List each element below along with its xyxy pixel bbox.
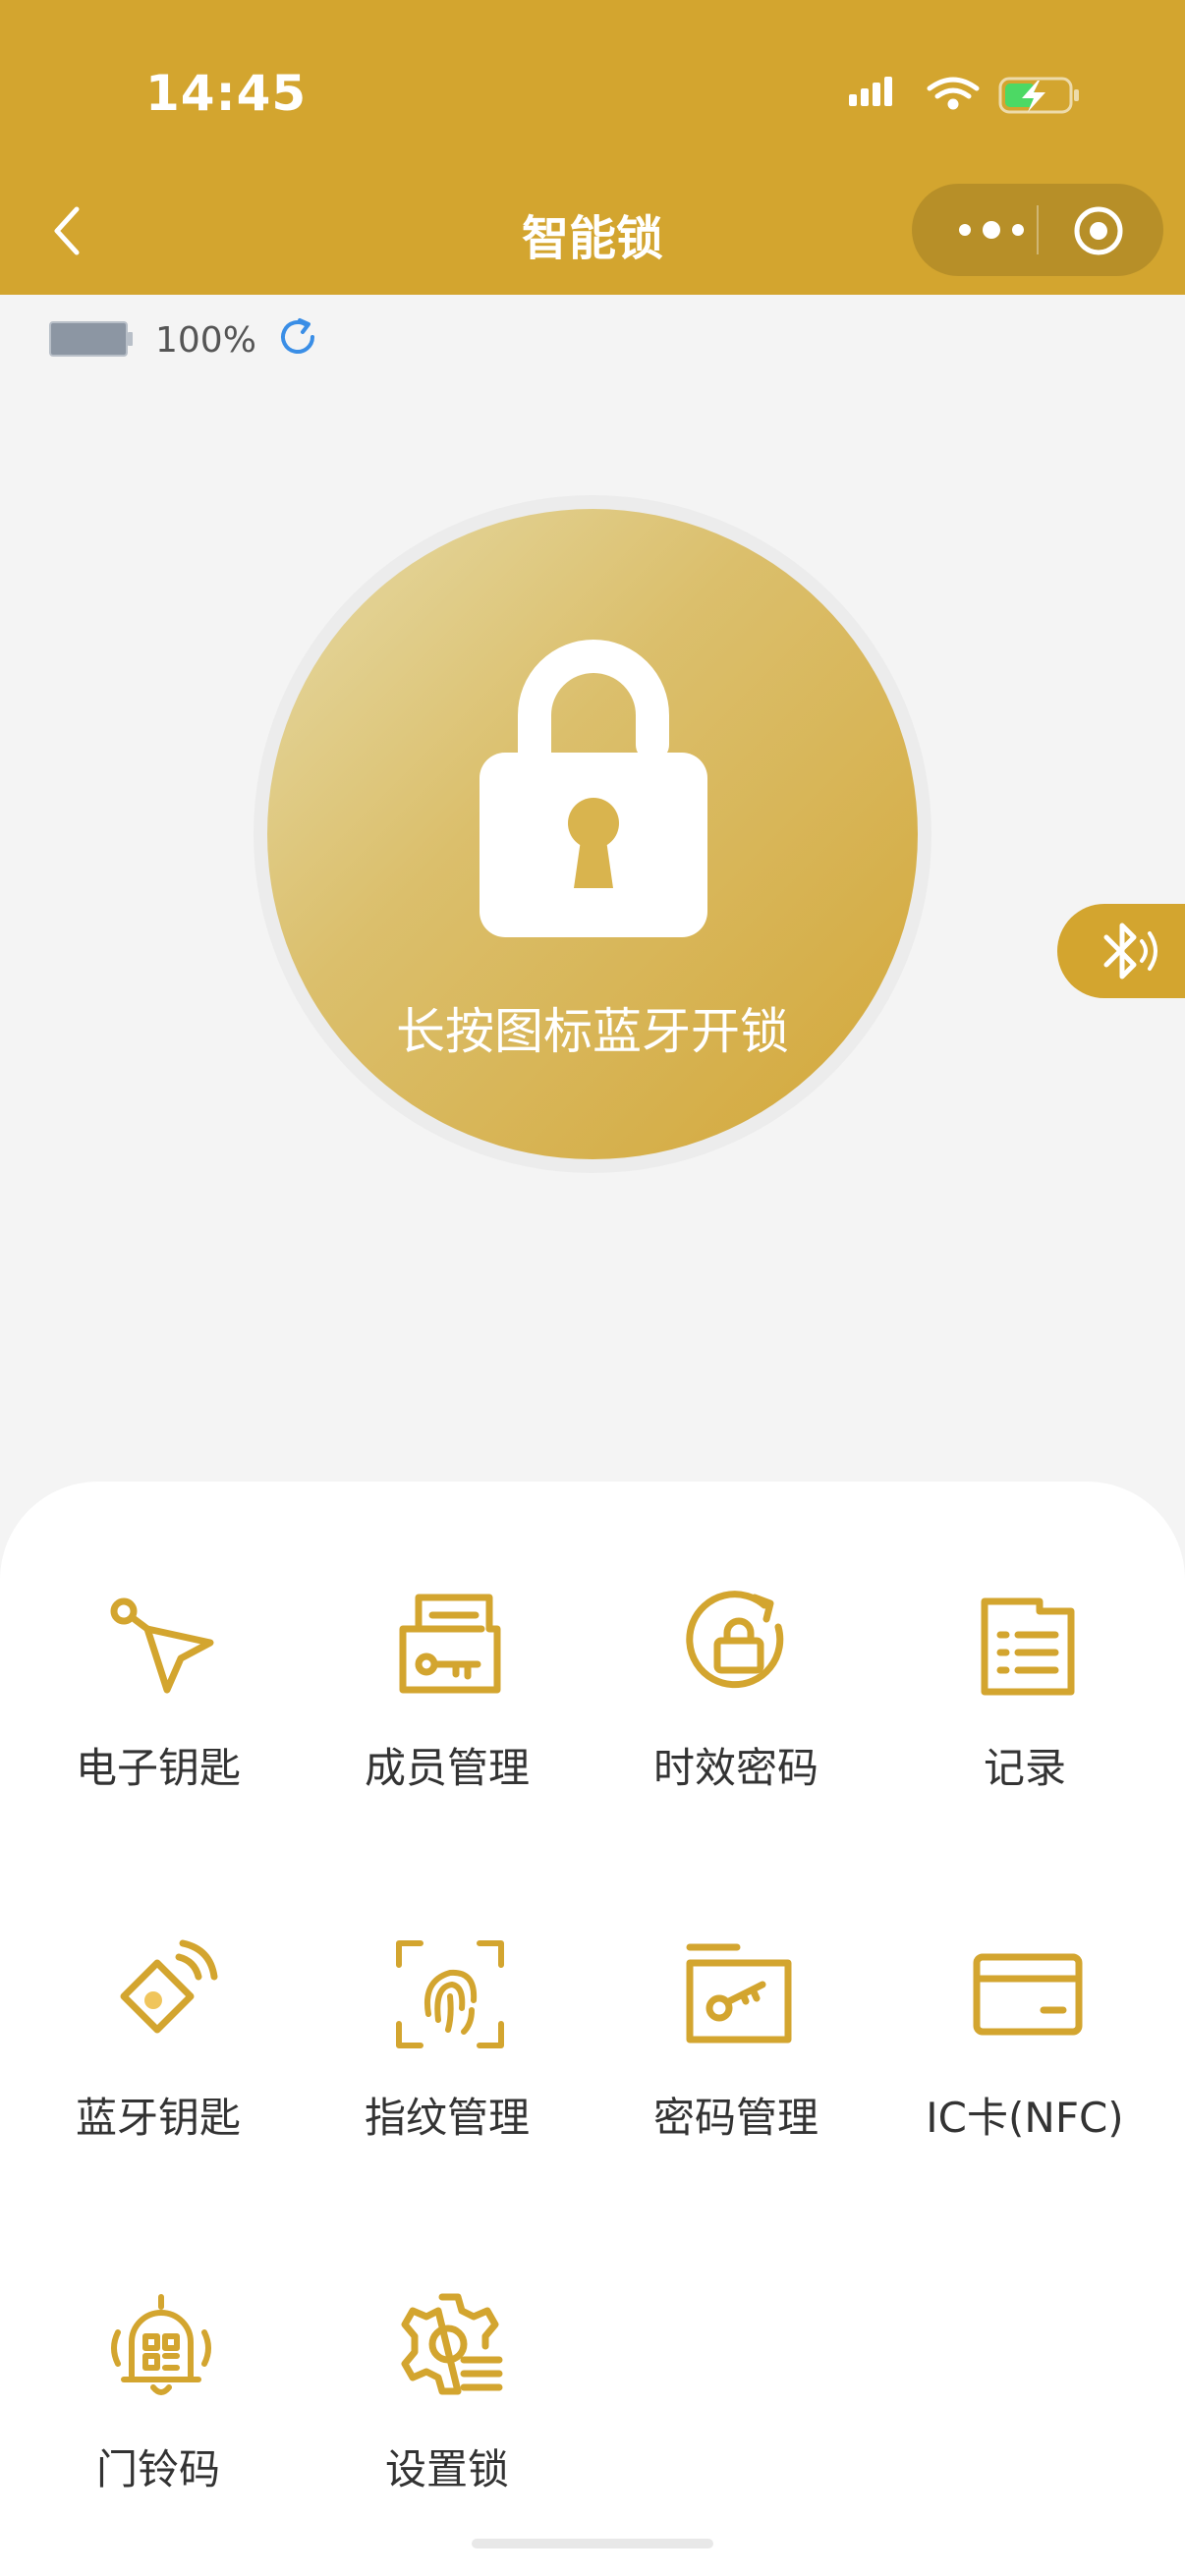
cellular-signal-icon (849, 77, 892, 106)
battery-charging-icon (998, 77, 1079, 114)
menu-item-password-management[interactable]: 密码管理 (592, 1937, 880, 2212)
card-icon (973, 1953, 1083, 2036)
cursor-key-icon (110, 1597, 214, 1694)
menu-item-records[interactable]: 记录 (880, 1588, 1169, 1863)
unlock-hint-label: 长按图标蓝牙开锁 (396, 1003, 789, 1060)
menu-item-label: 成员管理 (364, 1744, 530, 1792)
menu-item-label: 密码管理 (652, 2094, 818, 2142)
bluetooth-tab[interactable] (1057, 904, 1185, 998)
timed-lock-icon (686, 1591, 784, 1689)
fingerprint-icon (396, 1940, 504, 2048)
menu-item-bluetooth-key[interactable]: 蓝牙钥匙 (14, 1937, 303, 2212)
menu-item-label: 时效密码 (652, 1744, 818, 1792)
menu-item-label: 蓝牙钥匙 (75, 2094, 241, 2142)
padlock-open-icon (480, 640, 707, 937)
doorbell-qr-icon (111, 2294, 211, 2395)
more-dots-icon[interactable] (947, 208, 1036, 252)
password-key-icon (686, 1943, 792, 2044)
menu-item-lock-settings[interactable]: 设置锁 (303, 2289, 592, 2564)
bluetooth-icon (1103, 923, 1157, 980)
menu-item-doorbell-code[interactable]: 门铃码 (14, 2289, 303, 2564)
status-icons (849, 77, 1079, 114)
refresh-icon[interactable] (273, 312, 322, 362)
header-bar: 14:45 智能锁 (0, 0, 1185, 295)
folder-key-icon (399, 1594, 501, 1694)
menu-item-label: 指纹管理 (364, 2094, 530, 2142)
menu-item-label: 电子钥匙 (75, 1744, 241, 1792)
menu-item-label: IC卡(NFC) (926, 2094, 1124, 2142)
lock-battery-icon (49, 321, 133, 357)
mini-program-capsule (912, 184, 1163, 276)
menu-item-label: 设置锁 (384, 2445, 509, 2493)
menu-item-label: 记录 (983, 1744, 1066, 1792)
settings-gear-icon (401, 2293, 503, 2395)
close-target-icon[interactable] (1073, 205, 1124, 256)
capsule-divider (1037, 205, 1039, 254)
menu-item-ic-card[interactable]: IC卡(NFC) (880, 1937, 1169, 2212)
menu-item-timed-password[interactable]: 时效密码 (592, 1588, 880, 1863)
menu-item-electronic-key[interactable]: 电子钥匙 (14, 1588, 303, 1863)
battery-percent: 100% (155, 320, 256, 361)
wifi-icon (927, 77, 980, 110)
list-record-icon (981, 1597, 1075, 1696)
menu-item-fingerprint-management[interactable]: 指纹管理 (303, 1937, 592, 2212)
home-indicator (472, 2539, 713, 2548)
bluetooth-key-icon (120, 1939, 218, 2034)
status-time: 14:45 (145, 65, 308, 122)
menu-item-label: 门铃码 (95, 2445, 220, 2493)
menu-item-member-management[interactable]: 成员管理 (303, 1588, 592, 1863)
